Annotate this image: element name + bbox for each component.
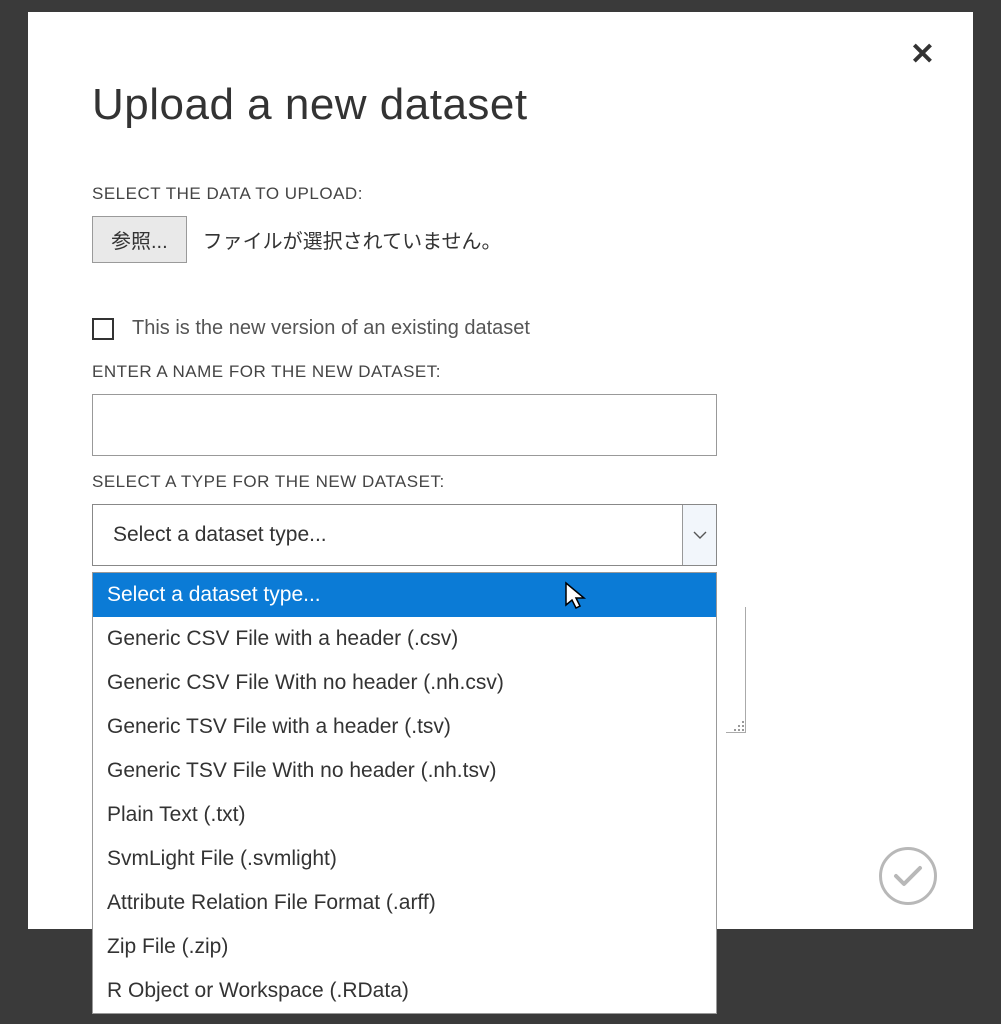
dropdown-option[interactable]: Generic TSV File With no header (.nh.tsv… [93,749,716,793]
dropdown-option[interactable]: Zip File (.zip) [93,925,716,969]
confirm-button[interactable] [879,847,937,905]
dropdown-option[interactable]: Attribute Relation File Format (.arff) [93,881,716,925]
resize-grip-icon [732,719,744,731]
dropdown-option[interactable]: Generic CSV File With no header (.nh.csv… [93,661,716,705]
close-button[interactable]: ✕ [910,40,935,70]
dropdown-option[interactable]: Select a dataset type... [93,573,716,617]
dropdown-option[interactable]: Generic CSV File with a header (.csv) [93,617,716,661]
dataset-type-dropdown[interactable]: Select a dataset type...Generic CSV File… [92,572,717,1014]
dropdown-option[interactable]: R Object or Workspace (.RData) [93,969,716,1013]
new-version-checkbox[interactable] [92,318,114,340]
description-textarea-edge [726,607,746,733]
upload-dataset-modal: ✕ Upload a new dataset SELECT THE DATA T… [28,12,973,929]
dataset-type-select-wrapper: Select a dataset type... Select a datase… [92,504,717,566]
dataset-type-selected-text: Select a dataset type... [93,523,682,547]
dropdown-option[interactable]: SvmLight File (.svmlight) [93,837,716,881]
modal-title: Upload a new dataset [92,80,909,130]
version-checkbox-row: This is the new version of an existing d… [92,317,909,340]
dataset-type-select[interactable]: Select a dataset type... [92,504,717,566]
dropdown-option[interactable]: Plain Text (.txt) [93,793,716,837]
chevron-down-icon [693,531,707,539]
upload-data-label: SELECT THE DATA TO UPLOAD: [92,184,909,204]
dataset-name-label: ENTER A NAME FOR THE NEW DATASET: [92,362,909,382]
checkmark-icon [893,864,923,888]
dropdown-arrow-box[interactable] [682,505,716,565]
dataset-name-input[interactable] [92,394,717,456]
dropdown-option[interactable]: Generic TSV File with a header (.tsv) [93,705,716,749]
file-status-text: ファイルが選択されていません。 [203,225,502,254]
dataset-type-label: SELECT A TYPE FOR THE NEW DATASET: [92,472,909,492]
file-picker-row: 参照... ファイルが選択されていません。 [92,216,909,263]
new-version-label: This is the new version of an existing d… [132,317,530,340]
browse-button[interactable]: 参照... [92,216,187,263]
